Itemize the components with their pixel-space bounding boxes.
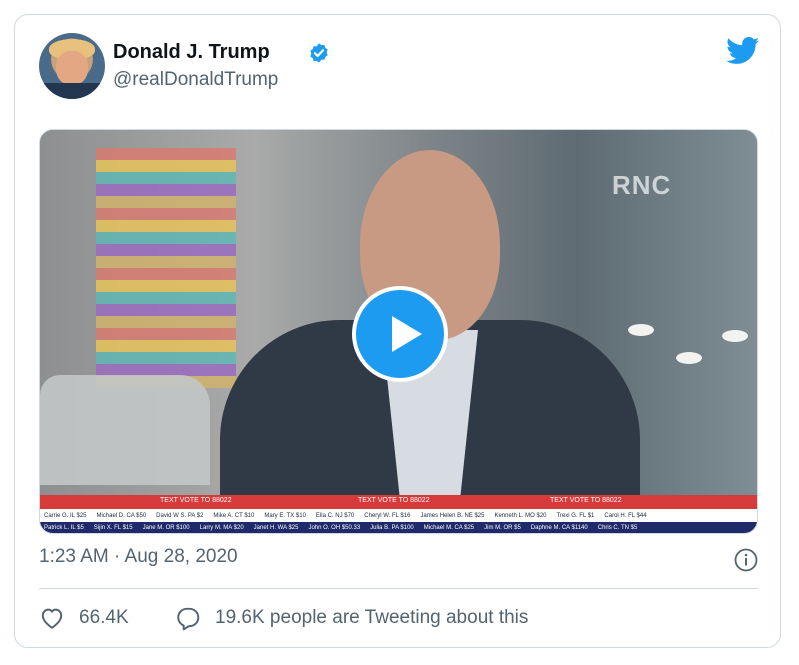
ticker-banner-text: TEXT VOTE TO 88022	[358, 497, 430, 504]
video-sofa	[40, 375, 210, 485]
ticker-entry: Julia B. PA $100	[370, 525, 414, 531]
info-icon[interactable]	[734, 548, 758, 572]
ticker-entry: Cheryl W. FL $16	[364, 513, 411, 519]
ticker-entry: Jim M. OR $5	[484, 525, 521, 531]
video-lamp	[628, 324, 654, 336]
tweet-timestamp[interactable]: 1:23 AM · Aug 28, 2020	[39, 546, 238, 568]
ticker-entry: Daphne M. CA $1140	[530, 525, 588, 531]
twitter-bird-icon[interactable]	[726, 37, 760, 65]
ticker-banner-text: TEXT VOTE TO 88022	[550, 497, 622, 504]
ticker-entry: Larry M. MA $20	[199, 525, 244, 531]
rnc-watermark: RNC	[612, 170, 672, 200]
video-wall-art	[96, 148, 236, 388]
divider	[39, 588, 758, 589]
ticker-entry: Janet H. WA $25	[253, 525, 299, 531]
author-handle[interactable]: @realDonaldTrump	[113, 69, 278, 91]
ticker-entry: Carol H. FL $44	[604, 513, 647, 519]
play-button[interactable]	[352, 286, 448, 382]
ticker-entry: Kenneth L. MO $20	[494, 513, 547, 519]
author-name[interactable]: Donald J. Trump	[113, 41, 270, 64]
verified-badge-icon	[310, 43, 328, 63]
ticker-entry: John O. OH $50.33	[308, 525, 361, 531]
ticker-entry: Chris C. TN $5	[597, 525, 638, 531]
ticker-entry: Jane M. OR $100	[142, 525, 190, 531]
ticker-row: Carrie G. IL $25 Michael D. CA $50 David W…	[40, 510, 757, 522]
ticker-entry: Michael D. CA $50	[96, 513, 147, 519]
donation-ticker: TEXT VOTE TO 88022 TEXT VOTE TO 88022 TE…	[40, 495, 757, 533]
ticker-entry: Trexi G. FL $1	[556, 513, 595, 519]
avatar-face	[56, 51, 88, 85]
heart-icon	[41, 608, 63, 629]
ticker-entry: Mike A. CT $10	[213, 513, 255, 519]
avatar[interactable]	[39, 33, 105, 99]
ticker-banner: TEXT VOTE TO 88022 TEXT VOTE TO 88022 TE…	[40, 495, 757, 509]
ticker-entry: Carrie G. IL $25	[44, 513, 87, 519]
ticker-entry: Mary E. TX $10	[264, 513, 306, 519]
play-icon	[392, 316, 422, 352]
tweeting-about-text: 19.6K people are Tweeting about this	[215, 607, 529, 628]
tweet-card: Donald J. Trump @realDonaldTrump RNC TEX…	[14, 14, 781, 648]
speech-bubble-icon	[177, 607, 200, 631]
ticker-row: Patrick L. IL $5 Sijin X. FL $15 Jane M. O…	[40, 522, 757, 533]
like-count: 66.4K	[79, 607, 129, 628]
ticker-entry: David W S. PA $2	[156, 513, 204, 519]
ticker-banner-text: TEXT VOTE TO 88022	[160, 497, 232, 504]
ticker-entry: Patrick L. IL $5	[44, 525, 84, 531]
ticker-entry: Michael M. CA $25	[423, 525, 475, 531]
ticker-entry: Ella C. NJ $70	[315, 513, 355, 519]
ticker-entry: Sijin X. FL $15	[93, 525, 133, 531]
video-lamp	[722, 330, 748, 342]
video-player[interactable]: RNC TEXT VOTE TO 88022 TEXT VOTE TO 8802…	[39, 129, 758, 534]
video-lamp	[676, 352, 702, 364]
like-action[interactable]: 66.4K	[39, 603, 129, 633]
avatar-suit	[39, 83, 105, 99]
tweeting-about-action[interactable]: 19.6K people are Tweeting about this	[175, 603, 528, 633]
ticker-entry: James Helen B. NE $25	[420, 513, 485, 519]
